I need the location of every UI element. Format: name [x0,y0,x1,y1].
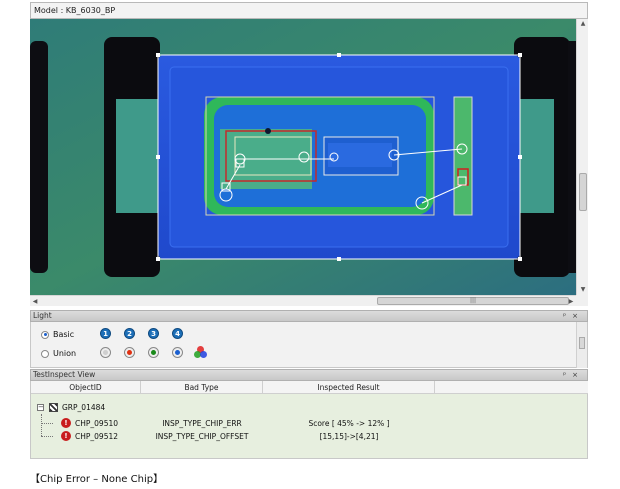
object-id: CHP_09512 [75,432,119,441]
bad-type: INSP_TYPE_CHIP_ERR [162,419,242,428]
radio-unselected-icon [41,349,49,358]
testinspect-panel-title: TestInspect View [33,370,96,379]
inspected-result: [15,15]->[4,21] [319,432,379,441]
pin-icon[interactable]: ᵖ [563,371,572,379]
column-bad-type[interactable]: Bad Type [141,381,263,394]
testinspect-panel-header: TestInspect View ᵖ× [30,369,588,381]
viewer-horizontal-scrollbar[interactable]: ◀ ||| ▶ [30,295,576,306]
rgb-mix-icon[interactable] [194,346,208,360]
inspection-image-view[interactable] [30,19,576,295]
collapse-icon[interactable]: − [37,404,44,411]
channel-3-badge: 3 [148,328,159,339]
viewer-vertical-scrollbar[interactable]: ▲ ▼ [576,19,588,295]
table-row[interactable]: ! CHP_09512 INSP_TYPE_CHIP_OFFSET [15,15… [31,430,588,443]
model-title: Model : KB_6030_BP [30,2,588,19]
led-channel-4-button[interactable] [172,347,183,358]
inspected-result: Score [ 45% -> 12% ] [308,419,390,428]
led-blue-icon [175,350,180,355]
table-row[interactable]: ! CHP_09510 INSP_TYPE_CHIP_ERR Score [ 4… [31,417,588,430]
group-row[interactable]: − GRP_01484 [31,401,588,414]
mode-basic-label: Basic [53,330,75,339]
scroll-corner [576,295,588,306]
horizontal-scroll-thumb[interactable]: ||| [377,297,569,305]
led-red-icon [127,350,132,355]
mode-union-radio[interactable]: Union [41,349,76,358]
group-id: GRP_01484 [62,403,106,412]
channel-1-badge: 1 [100,328,111,339]
scroll-down-icon[interactable]: ▼ [577,285,589,295]
light-panel: Basic Union 1 2 3 4 [30,322,588,368]
light-panel-header: Light ᵖ× [30,310,588,322]
light-scroll-thumb[interactable] [579,337,585,349]
close-icon[interactable]: × [572,312,584,320]
column-objectid[interactable]: ObjectID [31,381,141,394]
bad-type: INSP_TYPE_CHIP_OFFSET [155,432,249,441]
mode-basic-radio[interactable]: Basic [41,330,74,339]
scroll-right-icon[interactable]: ▶ [566,296,576,307]
column-inspected-result[interactable]: Inspected Result [263,381,435,394]
panel-controls: ᵖ× [563,311,584,321]
error-icon: ! [61,418,71,428]
channel-2-badge: 2 [124,328,135,339]
led-green-icon [151,350,156,355]
light-panel-title: Light [33,311,52,320]
scroll-up-icon[interactable]: ▲ [577,19,589,29]
panel-controls: ᵖ× [563,370,584,380]
scroll-left-icon[interactable]: ◀ [30,296,40,307]
pin-icon[interactable]: ᵖ [563,312,572,320]
mode-union-label: Union [53,349,77,358]
object-id: CHP_09510 [75,419,119,428]
led-channel-2-button[interactable] [124,347,135,358]
light-panel-scrollbar[interactable] [576,322,587,368]
led-channel-1-button[interactable] [100,347,111,358]
inspection-image [30,19,576,295]
app-root: Model : KB_6030_BP ▲ ▼ ◀ ||| ▶ Light ᵖ× … [0,0,620,489]
led-channel-3-button[interactable] [148,347,159,358]
testinspect-panel: ObjectID Bad Type Inspected Result − GRP… [30,381,588,459]
error-icon: ! [61,431,71,441]
testinspect-table-header: ObjectID Bad Type Inspected Result [31,381,588,394]
vertical-scroll-thumb[interactable] [579,173,587,211]
radio-selected-icon [41,330,49,339]
channel-4-badge: 4 [172,328,183,339]
figure-caption: 【Chip Error – None Chip】 [30,474,164,485]
close-icon[interactable]: × [572,371,584,379]
group-icon [49,403,58,412]
led-off-icon [103,350,108,355]
